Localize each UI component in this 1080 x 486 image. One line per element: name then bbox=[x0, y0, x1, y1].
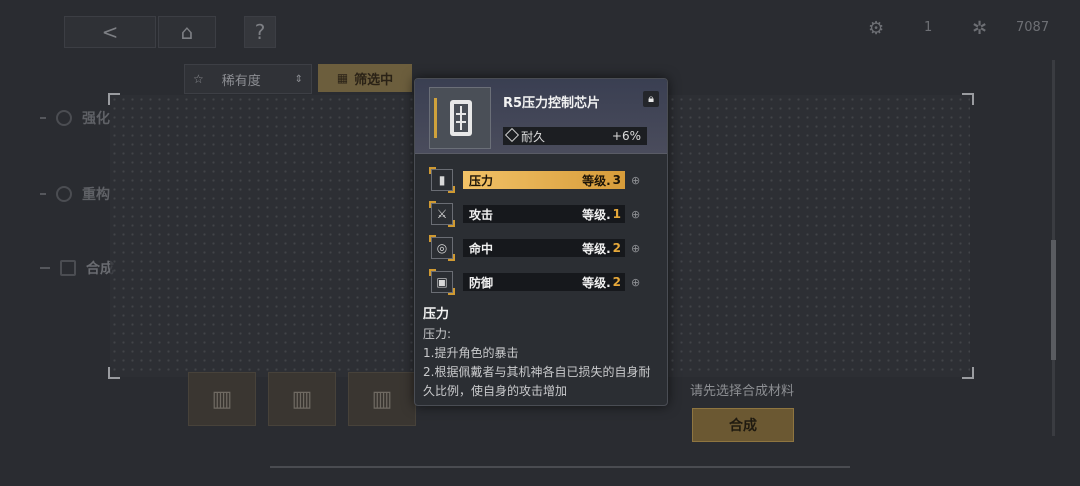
stat-row-hit[interactable]: ◎ 命中 等级. 2 ⊕ bbox=[429, 235, 661, 261]
chip-detail-card: R5压力控制芯片 🔒︎ 耐久 +6% ▮ 压力 等级. 3 ⊕ ⚔ 攻击 等级.… bbox=[414, 78, 668, 406]
stat-bar: 命中 等级. 2 bbox=[463, 239, 625, 257]
back-icon: < bbox=[101, 20, 119, 44]
desc-line: 压力: bbox=[423, 327, 452, 341]
resource-count-2: 7087 bbox=[1016, 20, 1050, 35]
level-label: 等级. bbox=[582, 275, 611, 290]
panel-corner bbox=[962, 367, 974, 379]
pressure-icon: ▮ bbox=[429, 167, 455, 193]
level-label: 等级. bbox=[582, 241, 611, 256]
durability-label: 耐久 bbox=[521, 129, 546, 144]
durability-row: 耐久 +6% bbox=[503, 127, 647, 145]
description-title: 压力 bbox=[423, 307, 450, 322]
panel-corner bbox=[962, 93, 974, 105]
stat-name: 命中 bbox=[469, 241, 494, 256]
card-header: R5压力控制芯片 🔒︎ 耐久 +6% bbox=[415, 79, 667, 154]
star-icon: ☆ bbox=[193, 72, 204, 86]
description-text: 压力: 1.提升角色的暴击 2.根据佩戴者与其机神各自已损失的自身耐 久比例，使… bbox=[423, 325, 659, 401]
filter-button[interactable]: ▦ 筛选中 bbox=[318, 64, 412, 92]
nav-item-enhance[interactable]: 强化 bbox=[40, 108, 110, 128]
stat-row-attack[interactable]: ⚔ 攻击 等级. 1 ⊕ bbox=[429, 201, 661, 227]
rarity-sort-dropdown[interactable]: ☆ 稀有度 ⇕ bbox=[184, 64, 312, 94]
durability-value: +6% bbox=[611, 129, 641, 143]
stat-bar: 攻击 等级. 1 bbox=[463, 205, 625, 223]
divider bbox=[270, 466, 850, 468]
panel-corner bbox=[108, 93, 120, 105]
chip-icon bbox=[450, 100, 472, 136]
chip-title: R5压力控制芯片 bbox=[503, 96, 601, 111]
sort-icon: ⇕ bbox=[294, 73, 303, 85]
chip-resource-icon: ✲ bbox=[972, 18, 988, 39]
chip-icon: ▥ bbox=[371, 386, 393, 412]
stat-bar: 防御 等级. 2 bbox=[463, 273, 625, 291]
level-label: 等级. bbox=[582, 173, 611, 188]
resource-count-1: 1 bbox=[924, 20, 933, 35]
zoom-icon[interactable]: ⊕ bbox=[631, 174, 640, 187]
help-icon: ? bbox=[254, 20, 266, 44]
defense-icon: ▣ bbox=[429, 269, 455, 295]
rebuild-icon bbox=[56, 186, 72, 202]
nav-label: 强化 bbox=[82, 111, 110, 127]
stat-name: 攻击 bbox=[469, 207, 494, 222]
stat-level: 1 bbox=[612, 207, 621, 221]
material-slot[interactable]: ▥ bbox=[348, 372, 416, 426]
nav-dash bbox=[40, 117, 46, 119]
home-button[interactable]: ⌂ bbox=[158, 16, 216, 48]
select-material-hint: 请先选择合成材料 bbox=[690, 384, 795, 399]
synthesis-icon bbox=[60, 260, 76, 276]
nav-dash bbox=[40, 193, 46, 195]
nav-item-synthesis[interactable]: 合成 bbox=[40, 258, 114, 278]
filter-label: 筛选中 bbox=[354, 72, 394, 88]
stat-level: 2 bbox=[612, 275, 621, 289]
back-button[interactable]: < bbox=[64, 16, 156, 48]
zoom-icon[interactable]: ⊕ bbox=[631, 276, 640, 289]
chip-portrait bbox=[429, 87, 491, 149]
material-slot[interactable]: ▥ bbox=[268, 372, 336, 426]
help-button[interactable]: ? bbox=[244, 16, 276, 48]
stat-name: 防御 bbox=[469, 275, 494, 290]
desc-line: 2.根据佩戴者与其机神各自已损失的自身耐 bbox=[423, 365, 651, 379]
stat-row-pressure[interactable]: ▮ 压力 等级. 3 ⊕ bbox=[429, 167, 661, 193]
stat-name: 压力 bbox=[469, 173, 494, 188]
attack-icon: ⚔ bbox=[429, 201, 455, 227]
nav-label: 重构 bbox=[82, 187, 110, 203]
nav-dash bbox=[40, 267, 50, 269]
synthesize-button[interactable]: 合成 bbox=[692, 408, 794, 442]
chip-icon: ▥ bbox=[291, 386, 313, 412]
level-label: 等级. bbox=[582, 207, 611, 222]
zoom-icon[interactable]: ⊕ bbox=[631, 208, 640, 221]
hit-icon: ◎ bbox=[429, 235, 455, 261]
durability-icon bbox=[504, 127, 520, 143]
filter-icon: ▦ bbox=[336, 71, 349, 85]
material-slot[interactable]: ▥ bbox=[188, 372, 256, 426]
panel-corner bbox=[108, 367, 120, 379]
rarity-label: 稀有度 bbox=[221, 73, 261, 89]
home-icon: ⌂ bbox=[180, 20, 194, 44]
scrollbar-thumb[interactable] bbox=[1051, 240, 1056, 360]
chip-icon: ▥ bbox=[211, 386, 233, 412]
desc-line: 久比例，使自身的攻击增加 bbox=[423, 384, 568, 398]
gear-resource-icon: ⚙ bbox=[868, 18, 885, 39]
lock-icon[interactable]: 🔒︎ bbox=[643, 91, 659, 107]
stat-bar: 压力 等级. 3 bbox=[463, 171, 625, 189]
desc-line: 1.提升角色的暴击 bbox=[423, 346, 519, 360]
stat-level: 3 bbox=[612, 173, 621, 187]
zoom-icon[interactable]: ⊕ bbox=[631, 242, 640, 255]
nav-item-rebuild[interactable]: 重构 bbox=[40, 184, 110, 204]
stat-row-defense[interactable]: ▣ 防御 等级. 2 ⊕ bbox=[429, 269, 661, 295]
enhance-icon bbox=[56, 110, 72, 126]
stat-level: 2 bbox=[612, 241, 621, 255]
